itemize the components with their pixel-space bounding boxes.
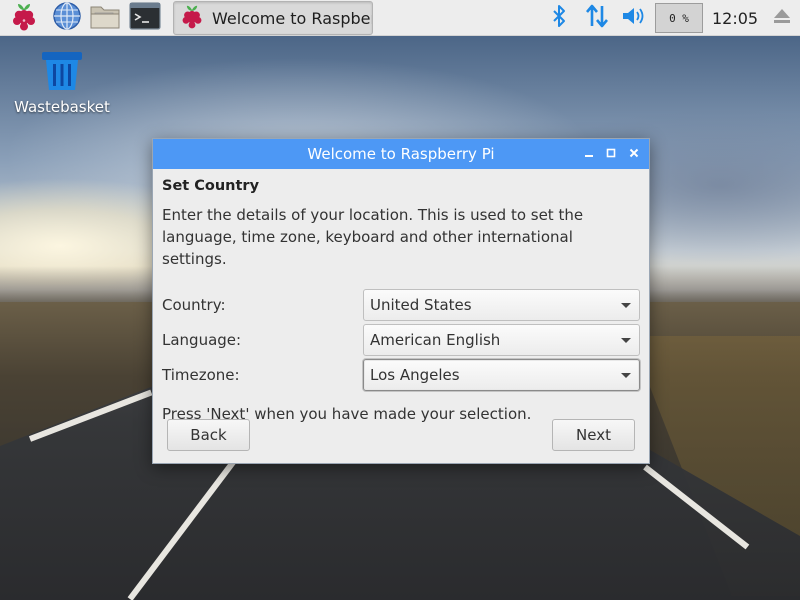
maximize-icon	[606, 147, 616, 162]
terminal-icon	[129, 2, 161, 34]
country-row: Country: United States	[162, 289, 640, 321]
terminal-button[interactable]	[129, 2, 161, 34]
top-panel: Welcome to Raspberr… 0 % 12:05	[0, 0, 800, 36]
bluetooth-icon	[551, 4, 567, 32]
volume-icon	[621, 5, 647, 31]
section-heading: Set Country	[162, 178, 260, 194]
web-browser-button[interactable]	[51, 2, 83, 34]
raspberry-menu-icon	[10, 1, 38, 35]
file-manager-button[interactable]	[89, 2, 121, 34]
language-dropdown[interactable]: American English	[363, 324, 640, 356]
eject-icon	[772, 7, 792, 29]
wastebasket-label: Wastebasket	[14, 98, 110, 116]
language-value: American English	[370, 331, 501, 349]
timezone-value: Los Angeles	[370, 366, 460, 384]
network-button[interactable]	[582, 2, 612, 34]
country-value: United States	[370, 296, 472, 314]
description-text: Enter the details of your location. This…	[162, 206, 584, 268]
dialog-titlebar[interactable]: Welcome to Raspberry Pi	[153, 139, 649, 169]
raspberry-icon	[180, 3, 204, 33]
eject-button[interactable]	[768, 2, 796, 34]
country-dropdown[interactable]: United States	[363, 289, 640, 321]
timezone-dropdown[interactable]: Los Angeles	[363, 359, 640, 391]
desktop-icon-wastebasket[interactable]: Wastebasket	[14, 50, 110, 116]
timezone-row: Timezone: Los Angeles	[162, 359, 640, 391]
file-manager-icon	[89, 2, 121, 34]
raspberry-menu-button[interactable]	[8, 2, 40, 34]
minimize-button[interactable]	[579, 144, 599, 164]
taskbar-window-label: Welcome to Raspberr…	[212, 8, 372, 28]
close-button[interactable]	[624, 144, 644, 164]
dialog-title: Welcome to Raspberry Pi	[307, 145, 495, 163]
country-label: Country:	[162, 296, 226, 314]
next-button[interactable]: Next	[552, 419, 635, 451]
welcome-dialog: Welcome to Raspberry Pi Set Country Ente…	[152, 138, 650, 464]
chevron-down-icon	[621, 337, 631, 343]
chevron-down-icon	[621, 302, 631, 308]
language-label: Language:	[162, 331, 242, 349]
taskbar-window-button[interactable]: Welcome to Raspberr…	[173, 1, 373, 35]
language-row: Language: American English	[162, 324, 640, 356]
cpu-usage-value: 0 %	[669, 11, 689, 25]
back-button[interactable]: Back	[167, 419, 250, 451]
timezone-label: Timezone:	[162, 366, 240, 384]
web-browser-icon	[52, 1, 82, 35]
minimize-icon	[584, 147, 594, 162]
cpu-usage-monitor[interactable]: 0 %	[655, 3, 703, 33]
close-icon	[629, 147, 639, 162]
maximize-button[interactable]	[601, 144, 621, 164]
network-arrows-icon	[584, 3, 610, 33]
clock[interactable]: 12:05	[712, 0, 758, 36]
volume-button[interactable]	[620, 2, 648, 34]
chevron-down-icon	[621, 372, 631, 378]
wastebasket-icon	[40, 50, 84, 96]
bluetooth-button[interactable]	[546, 2, 572, 34]
